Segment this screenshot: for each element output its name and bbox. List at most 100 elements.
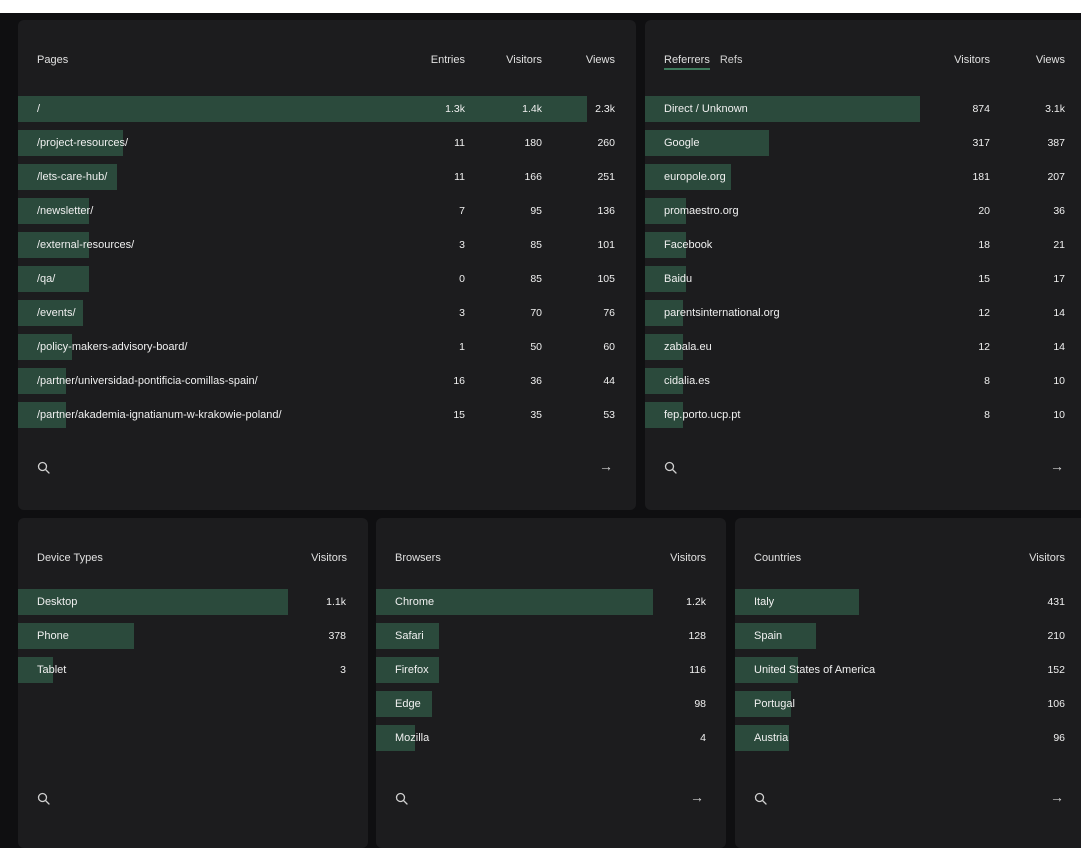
views-column-header[interactable]: Views — [1036, 54, 1065, 66]
list-item[interactable]: Portugal 106 — [735, 691, 1081, 717]
views-column-header[interactable]: Views — [586, 54, 615, 66]
list-item[interactable]: parentsinternational.org 12 14 — [645, 300, 1081, 326]
list-item[interactable]: / 1.3k 1.4k 2.3k — [18, 96, 636, 122]
row-label: parentsinternational.org — [664, 307, 780, 319]
row-label: /lets-care-hub/ — [37, 171, 108, 183]
search-icon[interactable] — [37, 792, 51, 806]
row-label: europole.org — [664, 171, 726, 183]
search-icon[interactable] — [664, 461, 678, 475]
row-label: zabala.eu — [664, 341, 712, 353]
search-icon[interactable] — [395, 792, 409, 806]
tab-referrers[interactable]: Referrers — [664, 54, 710, 70]
views-value: 17 — [1053, 273, 1065, 285]
visitors-value: 180 — [524, 137, 542, 149]
list-item[interactable]: Edge 98 — [376, 691, 726, 717]
visitors-column-header[interactable]: Visitors — [954, 54, 990, 66]
list-item[interactable]: /events/3 70 76 — [18, 300, 636, 326]
list-item[interactable]: Italy 431 — [735, 589, 1081, 615]
list-item[interactable]: /lets-care-hub/11 166 251 — [18, 164, 636, 190]
row-label: /policy-makers-advisory-board/ — [37, 341, 188, 353]
row-label: Phone — [37, 630, 69, 642]
row-label: /qa/ — [37, 273, 56, 285]
list-item[interactable]: Firefox 116 — [376, 657, 726, 683]
visitors-value: 128 — [688, 630, 706, 642]
pages-header: Pages Entries Visitors Views — [18, 48, 636, 72]
device-types-panel: Device Types Visitors Desktop 1.1k Phone 37… — [18, 518, 368, 848]
list-item[interactable]: /policy-makers-advisory-board/1 50 60 — [18, 334, 636, 360]
arrow-right-icon[interactable]: → — [1050, 458, 1064, 474]
list-item[interactable]: Google 317 387 — [645, 130, 1081, 156]
referrers-footer: → — [645, 458, 1081, 481]
referrers-header: Referrers Refs Visitors Views — [645, 48, 1081, 72]
list-item[interactable]: /external-resources/3 85 101 — [18, 232, 636, 258]
visitors-value: 152 — [1047, 664, 1065, 676]
visitors-value: 12 — [978, 341, 990, 353]
views-value: 3.1k — [1045, 103, 1065, 115]
row-label: promaestro.org — [664, 205, 739, 217]
list-item[interactable]: Chrome 1.2k — [376, 589, 726, 615]
list-item[interactable]: Baidu 15 17 — [645, 266, 1081, 292]
list-item[interactable]: /project-resources/11 180 260 — [18, 130, 636, 156]
countries-header: Countries Visitors — [735, 546, 1081, 570]
list-item[interactable]: United States of America 152 — [735, 657, 1081, 683]
views-value: 44 — [603, 375, 615, 387]
arrow-right-icon[interactable]: → — [690, 789, 704, 805]
visitors-column-header[interactable]: Visitors — [1029, 552, 1065, 564]
list-item[interactable]: Phone 378 — [18, 623, 368, 649]
views-value: 2.3k — [595, 103, 615, 115]
views-value: 53 — [603, 409, 615, 421]
entries-value: 0 — [459, 273, 465, 285]
visitors-value: 166 — [524, 171, 542, 183]
list-item[interactable]: Tablet 3 — [18, 657, 368, 683]
visitors-value: 181 — [972, 171, 990, 183]
visitors-value: 317 — [972, 137, 990, 149]
list-item[interactable]: Desktop 1.1k — [18, 589, 368, 615]
visitors-column-header[interactable]: Visitors — [311, 552, 347, 564]
visitors-value: 8 — [984, 409, 990, 421]
visitors-value: 20 — [978, 205, 990, 217]
list-item[interactable]: cidalia.es 8 10 — [645, 368, 1081, 394]
list-item[interactable]: europole.org 181 207 — [645, 164, 1081, 190]
views-value: 76 — [603, 307, 615, 319]
entries-value: 1.3k — [445, 103, 465, 115]
search-icon[interactable] — [37, 461, 51, 475]
visitors-column-header[interactable]: Visitors — [670, 552, 706, 564]
visitors-value: 85 — [530, 239, 542, 251]
entries-column-header[interactable]: Entries — [431, 54, 465, 66]
referrers-panel: Referrers Refs Visitors Views Direct / Un… — [645, 20, 1081, 510]
list-item[interactable]: Safari 128 — [376, 623, 726, 649]
list-item[interactable]: /qa/0 85 105 — [18, 266, 636, 292]
visitors-column-header[interactable]: Visitors — [506, 54, 542, 66]
row-label: / — [37, 103, 41, 115]
browsers-panel: Browsers Visitors Chrome 1.2k Safari 128 Fir… — [376, 518, 726, 848]
arrow-right-icon[interactable]: → — [1050, 789, 1064, 805]
views-value: 260 — [597, 137, 615, 149]
devices-header: Device Types Visitors — [18, 546, 368, 570]
row-label: Desktop — [37, 596, 78, 608]
list-item[interactable]: Direct / Unknown 874 3.1k — [645, 96, 1081, 122]
row-label: Tablet — [37, 664, 67, 676]
arrow-right-icon[interactable]: → — [599, 458, 613, 474]
visitors-value: 35 — [530, 409, 542, 421]
row-label: Facebook — [664, 239, 713, 251]
visitors-value: 95 — [530, 205, 542, 217]
list-item[interactable]: promaestro.org 20 36 — [645, 198, 1081, 224]
list-item[interactable]: Mozilla 4 — [376, 725, 726, 751]
list-item[interactable]: /partner/akademia-ignatianum-w-krakowie-… — [18, 402, 636, 428]
list-item[interactable]: Spain 210 — [735, 623, 1081, 649]
list-item[interactable]: Austria 96 — [735, 725, 1081, 751]
row-label: /partner/akademia-ignatianum-w-krakowie-… — [37, 409, 282, 421]
devices-footer — [18, 792, 368, 812]
devices-title: Device Types — [37, 552, 103, 564]
list-item[interactable]: fep.porto.ucp.pt 8 10 — [645, 402, 1081, 428]
tab-refs[interactable]: Refs — [720, 54, 743, 66]
list-item[interactable]: /partner/universidad-pontificia-comillas… — [18, 368, 636, 394]
row-label: cidalia.es — [664, 375, 710, 387]
entries-value: 11 — [454, 137, 465, 149]
list-item[interactable]: Facebook 18 21 — [645, 232, 1081, 258]
list-item[interactable]: /newsletter/7 95 136 — [18, 198, 636, 224]
top-strip — [0, 0, 1081, 13]
search-icon[interactable] — [754, 792, 768, 806]
views-value: 14 — [1053, 341, 1065, 353]
list-item[interactable]: zabala.eu 12 14 — [645, 334, 1081, 360]
